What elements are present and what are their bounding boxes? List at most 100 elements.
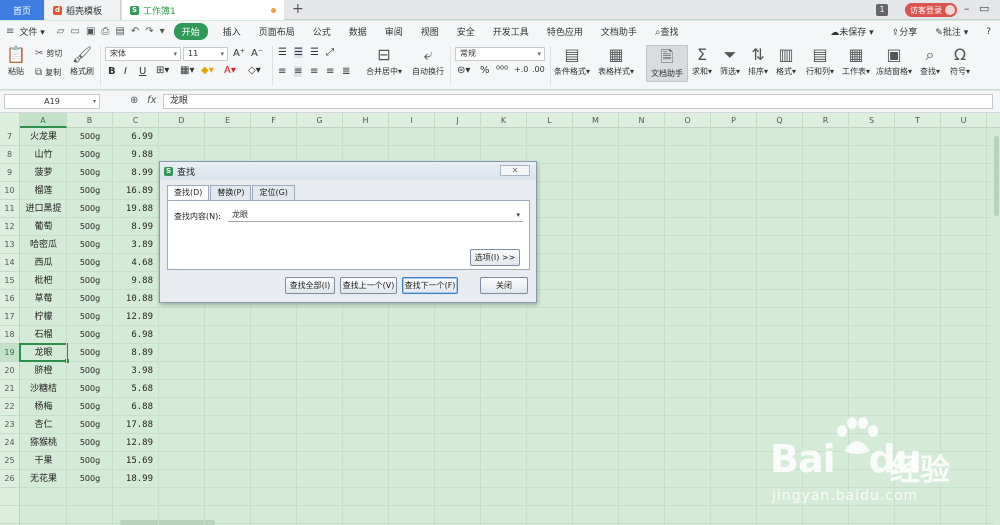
row-header[interactable]: 26: [0, 470, 20, 488]
menu-start[interactable]: 开始: [173, 23, 208, 40]
cell-weight[interactable]: 500g: [67, 452, 113, 470]
menu-special[interactable]: 特色应用: [538, 25, 592, 38]
column-header-q[interactable]: Q: [757, 113, 803, 128]
find-all-button[interactable]: 查找全部(I): [285, 277, 335, 294]
column-header-a[interactable]: A: [20, 113, 67, 128]
cell-price[interactable]: 19.88: [113, 200, 159, 218]
wrap-text-button[interactable]: ⤶ 自动换行: [412, 46, 444, 77]
cell-price[interactable]: 9.88: [113, 146, 159, 164]
cell-weight[interactable]: 500g: [67, 236, 113, 254]
column-header-b[interactable]: B: [67, 113, 113, 128]
cell-name[interactable]: 山竹: [20, 146, 67, 164]
row-header[interactable]: [0, 506, 20, 524]
format-painter-button[interactable]: 🖌 格式刷: [70, 46, 94, 77]
row-header[interactable]: 10: [0, 182, 20, 200]
row-header[interactable]: 11: [0, 200, 20, 218]
cell-price[interactable]: 4.68: [113, 254, 159, 272]
help-icon[interactable]: ?: [977, 27, 1000, 37]
underline-icon[interactable]: U: [139, 66, 146, 77]
cell-price[interactable]: 8.99: [113, 218, 159, 236]
more-icon[interactable]: ▾: [160, 26, 165, 37]
cell-name[interactable]: 石榴: [20, 326, 67, 344]
unsaved-button[interactable]: ☁未保存 ▾: [821, 25, 882, 38]
cell-price[interactable]: 3.89: [113, 236, 159, 254]
menu-data[interactable]: 数据: [340, 25, 376, 38]
cell-weight[interactable]: 500g: [67, 362, 113, 380]
scrollbar-thumb[interactable]: [994, 136, 999, 216]
currency-icon[interactable]: ⊜▾: [457, 65, 470, 76]
column-header-i[interactable]: I: [389, 113, 435, 128]
minimize-icon[interactable]: –: [964, 2, 970, 15]
menu-doc-helper[interactable]: 文档助手: [592, 25, 646, 38]
decrease-decimal-icon[interactable]: .00: [532, 65, 545, 74]
row-header[interactable]: 20: [0, 362, 20, 380]
cell-name[interactable]: 草莓: [20, 290, 67, 308]
row-header[interactable]: 19: [0, 344, 20, 362]
cell-weight[interactable]: 500g: [67, 434, 113, 452]
column-header-p[interactable]: P: [711, 113, 757, 128]
align-right-icon[interactable]: ≡: [310, 66, 318, 77]
cell-weight[interactable]: 500g: [67, 164, 113, 182]
cell-name[interactable]: 沙糖桔: [20, 380, 67, 398]
column-header-d[interactable]: D: [159, 113, 205, 128]
row-header[interactable]: 24: [0, 434, 20, 452]
function-icon[interactable]: fx: [147, 95, 156, 106]
cell-name[interactable]: 柠檬: [20, 308, 67, 326]
print-preview-icon[interactable]: ▤: [115, 26, 124, 37]
find-button[interactable]: ⌕ 查找▾: [920, 46, 940, 77]
zoom-icon[interactable]: ⊕: [130, 95, 138, 106]
row-header[interactable]: 22: [0, 398, 20, 416]
cell-price[interactable]: 6.99: [113, 128, 159, 146]
cell-weight[interactable]: 500g: [67, 218, 113, 236]
tab-template[interactable]: d 稻壳模板: [45, 0, 121, 20]
cell-name[interactable]: 进口黑提: [20, 200, 67, 218]
row-col-button[interactable]: ▤ 行和列▾: [806, 46, 834, 77]
selected-cell[interactable]: [19, 343, 69, 363]
tab-replace[interactable]: 替换(P): [210, 185, 252, 200]
cell-price[interactable]: 5.68: [113, 380, 159, 398]
share-button[interactable]: ⇪分享: [883, 25, 927, 38]
new-tab-icon[interactable]: +: [292, 1, 304, 17]
table-style-button[interactable]: ▦ 表格样式▾: [598, 46, 634, 77]
column-header-r[interactable]: R: [803, 113, 849, 128]
cell-weight[interactable]: 500g: [67, 470, 113, 488]
column-header-h[interactable]: H: [343, 113, 389, 128]
cell-price[interactable]: 17.88: [113, 416, 159, 434]
dialog-title-bar[interactable]: S 查找 ✕: [160, 162, 536, 180]
save-icon[interactable]: ▣: [86, 26, 95, 37]
row-header[interactable]: 9: [0, 164, 20, 182]
align-top-icon[interactable]: ☰: [278, 47, 287, 58]
worksheet-button[interactable]: ▦ 工作表▾: [842, 46, 870, 77]
cell-name[interactable]: 无花果: [20, 470, 67, 488]
cell-price[interactable]: 8.89: [113, 344, 159, 362]
options-button[interactable]: 选项(I) >>: [470, 249, 520, 266]
font-name-select[interactable]: 宋体 ▾: [105, 47, 181, 61]
cell-name[interactable]: 猕猴桃: [20, 434, 67, 452]
row-header[interactable]: 25: [0, 452, 20, 470]
column-header-n[interactable]: N: [619, 113, 665, 128]
column-header-s[interactable]: S: [849, 113, 895, 128]
cell-name[interactable]: 哈密瓜: [20, 236, 67, 254]
close-icon[interactable]: ✕: [500, 165, 530, 176]
cell-weight[interactable]: 500g: [67, 182, 113, 200]
cell-price[interactable]: 9.88: [113, 272, 159, 290]
cell-name[interactable]: 脐橙: [20, 362, 67, 380]
menu-review[interactable]: 审阅: [376, 25, 412, 38]
doc-helper-button[interactable]: 🗎 文档助手: [646, 45, 688, 82]
cell-weight[interactable]: 500g: [67, 290, 113, 308]
cell-weight[interactable]: 500g: [67, 146, 113, 164]
clear-icon[interactable]: ◇▾: [248, 65, 261, 76]
name-box[interactable]: A19 ▾: [4, 94, 100, 109]
row-header[interactable]: 14: [0, 254, 20, 272]
find-prev-button[interactable]: 查找上一个(V): [340, 277, 397, 294]
merge-center-button[interactable]: ⊟ 合并居中▾: [366, 46, 402, 77]
column-header-m[interactable]: M: [573, 113, 619, 128]
cell-weight[interactable]: 500g: [67, 326, 113, 344]
cell-price[interactable]: 6.98: [113, 326, 159, 344]
highlight-icon[interactable]: ◆▾: [201, 65, 214, 76]
tab-goto[interactable]: 定位(G): [252, 185, 295, 200]
number-format-select[interactable]: 常规 ▾: [455, 47, 545, 61]
font-color-icon[interactable]: A▾: [224, 65, 236, 76]
orientation-icon[interactable]: ⤢: [326, 47, 334, 58]
cell-price[interactable]: 10.88: [113, 290, 159, 308]
